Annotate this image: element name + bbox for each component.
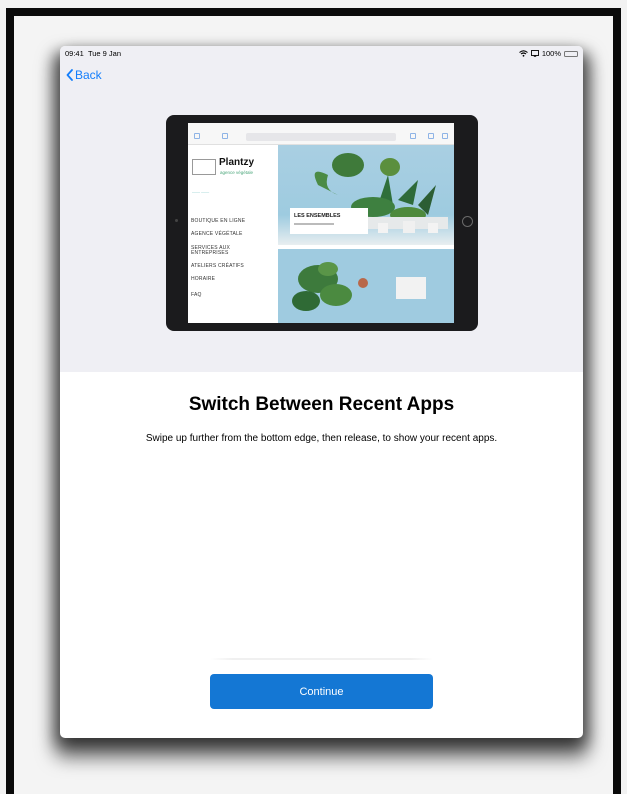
site-menu-item: HORAIRE [191, 276, 216, 283]
illustration-screen: Plantzy agence végétale —— —— BOUTIQUE E… [188, 123, 454, 323]
site-sidebar: Plantzy agence végétale —— —— BOUTIQUE E… [188, 145, 278, 323]
battery-icon [564, 50, 578, 57]
mini-status-bar [188, 123, 454, 130]
mini-browser-toolbar [188, 130, 454, 145]
mini-address-bar [246, 133, 396, 141]
status-bar: 09:41 Tue 9 Jan 100% [60, 46, 583, 62]
status-time-date: 09:41 Tue 9 Jan [65, 49, 121, 58]
collection-card-title: LES ENSEMBLES [294, 213, 341, 219]
site-tagline: agence végétale [220, 170, 254, 175]
site-menu-item: FAQ [191, 291, 202, 298]
ipad-screen: 09:41 Tue 9 Jan 100% Back Plantzy agence… [60, 46, 583, 738]
status-date: Tue 9 Jan [87, 49, 122, 58]
site-menu-item: AGENCE VÉGÉTALE [191, 231, 243, 238]
screen-mirror-icon [530, 50, 539, 57]
home-button-icon [462, 216, 473, 227]
leaf-illustration [292, 262, 426, 311]
plants-photo: LES ENSEMBLES [278, 145, 454, 245]
plant-detail-photo [278, 249, 454, 323]
back-button[interactable]: Back [66, 68, 102, 82]
page-title: Switch Between Recent Apps [188, 394, 455, 415]
back-label: Back [75, 68, 102, 82]
site-menu: BOUTIQUE EN LIGNE AGENCE VÉGÉTALE SERVIC… [191, 218, 246, 306]
collection-card: LES ENSEMBLES [290, 208, 368, 234]
battery-percent: 100% [541, 49, 561, 58]
illustration-area: 09:41 Tue 9 Jan 100% Back Plantzy agence… [60, 46, 583, 372]
status-indicators: 100% [518, 49, 578, 58]
chevron-left-icon [66, 69, 73, 81]
site-logo-box [192, 159, 216, 175]
site-menu-item: BOUTIQUE EN LIGNE [191, 218, 246, 224]
site-name: Plantzy [219, 157, 255, 168]
page-description: Swipe up further from the bottom edge, t… [145, 433, 498, 444]
ipad-illustration: Plantzy agence végétale —— —— BOUTIQUE E… [166, 115, 478, 331]
continue-button[interactable]: Continue [210, 674, 433, 709]
contact-line: —— —— [192, 189, 210, 194]
continue-label: Continue [299, 685, 344, 698]
camera-dot [175, 219, 178, 222]
wifi-icon [518, 50, 528, 57]
status-time: 09:41 [65, 49, 84, 58]
site-menu-item: SERVICES AUX ENTREPRISES [191, 244, 230, 256]
site-gallery: LES ENSEMBLES [278, 145, 454, 323]
site-menu-item: ATELIERS CRÉATIFS [191, 263, 244, 269]
divider [210, 658, 433, 660]
